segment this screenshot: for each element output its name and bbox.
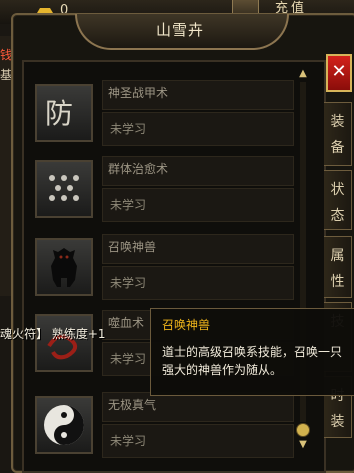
scroll-thumb[interactable] bbox=[296, 423, 310, 437]
healing-dots-icon[interactable] bbox=[35, 160, 93, 218]
tooltip-description: 道士的高级召唤系技能，召唤一只强大的神兽作为随从。 bbox=[162, 345, 343, 377]
skill-row[interactable]: 群体治愈术 未学习 bbox=[30, 156, 294, 226]
skill-name: 噬血术 bbox=[108, 316, 145, 330]
skill-status: 未学习 bbox=[110, 198, 147, 212]
scroll-down-arrow-icon[interactable]: ▼ bbox=[297, 439, 309, 451]
yin-yang-icon[interactable] bbox=[35, 396, 93, 454]
tab-attributes[interactable]: 属性 bbox=[324, 236, 352, 298]
skill-name: 群体治愈术 bbox=[108, 162, 169, 176]
window-title: 山雪卉 bbox=[155, 21, 204, 39]
skill-name: 神圣战甲术 bbox=[108, 86, 169, 100]
skill-status: 未学习 bbox=[110, 352, 147, 366]
skill-row[interactable]: 防 神圣战甲术 未学习 bbox=[30, 80, 294, 150]
tooltip-title: 召唤神兽 bbox=[162, 318, 211, 332]
tab-status[interactable]: 状态 bbox=[324, 170, 352, 230]
skill-name: 无极真气 bbox=[108, 398, 157, 412]
close-button[interactable]: ✕ bbox=[326, 54, 352, 92]
proficiency-message: 魂火符】 熟练度+1 bbox=[0, 327, 106, 341]
skill-icon-glyph: 防 bbox=[44, 97, 73, 130]
blood-swirl-icon[interactable] bbox=[35, 314, 93, 372]
skill-row[interactable]: 召唤神兽 未学习 bbox=[30, 234, 294, 304]
scroll-up-arrow-icon[interactable]: ▲ bbox=[297, 68, 309, 80]
skill-row[interactable]: 无极真气 未学习 bbox=[30, 392, 294, 462]
tab-equipment[interactable]: 装备 bbox=[324, 102, 352, 166]
skill-status: 未学习 bbox=[110, 122, 147, 136]
skill-status: 未学习 bbox=[110, 434, 147, 448]
beast-silhouette-icon[interactable] bbox=[35, 238, 93, 296]
skill-status: 未学习 bbox=[110, 276, 147, 290]
skill-name: 召唤神兽 bbox=[108, 240, 157, 254]
